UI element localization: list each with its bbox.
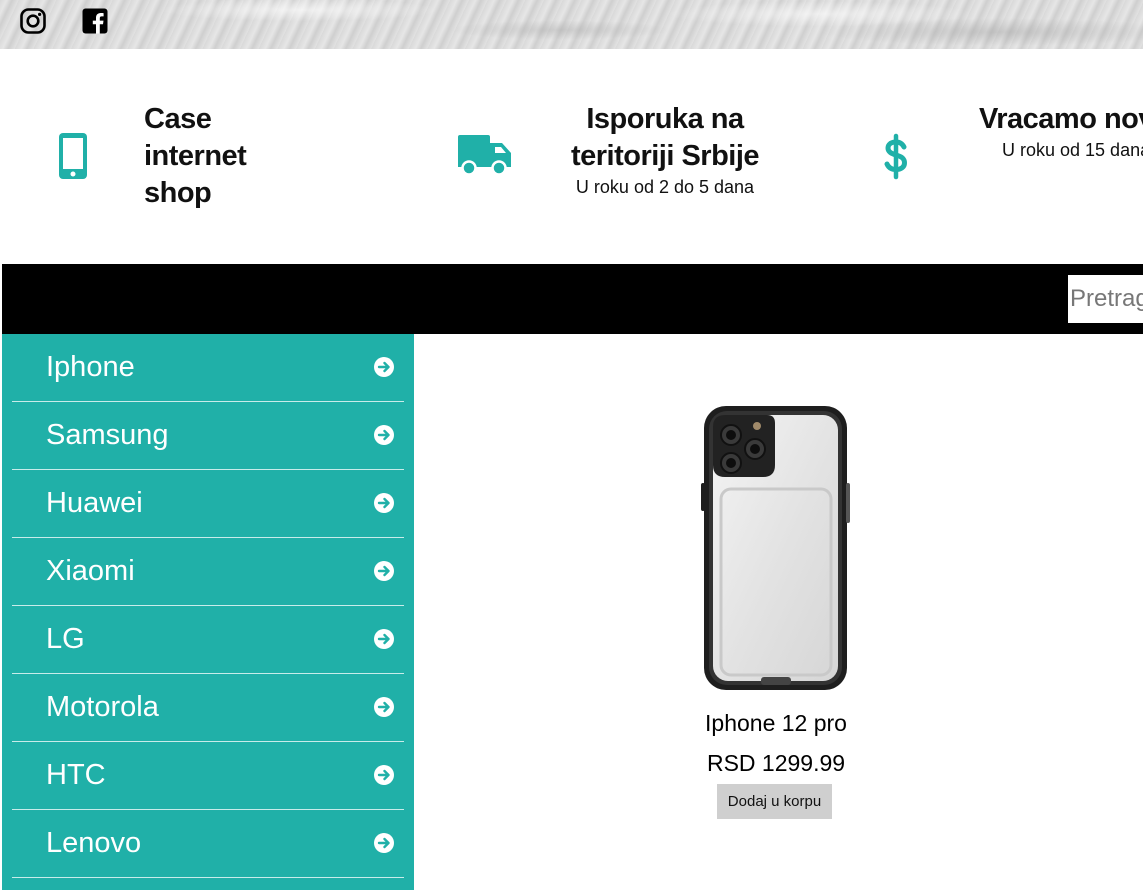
sidebar-item-label: Lenovo: [46, 827, 142, 859]
sidebar-item-samsung[interactable]: Samsung: [12, 402, 404, 470]
arrow-right-circle-icon: [374, 765, 394, 785]
feature-title-line: Case: [144, 103, 212, 135]
sidebar-item-label: HTC: [46, 759, 106, 791]
feature-title-line: internet: [144, 140, 247, 172]
feature-title-line: shop: [144, 177, 212, 209]
sidebar-item-label: Iphone: [46, 351, 135, 383]
sidebar-item-htc[interactable]: HTC: [12, 742, 404, 810]
product-name[interactable]: Iphone 12 pro: [576, 708, 976, 738]
sidebar-item-label: LG: [46, 623, 85, 655]
feature-phone: [58, 132, 88, 180]
phone-icon: [59, 133, 87, 179]
arrow-right-circle-icon: [374, 357, 394, 377]
sidebar-item-label: Samsung: [46, 419, 169, 451]
arrow-right-circle-icon: [374, 697, 394, 717]
features-header: Case internet shop Isporuka na teritorij…: [2, 49, 1143, 264]
arrow-right-circle-icon: [374, 493, 394, 513]
feature-subtitle-refund: U roku od 15 dana: [1002, 140, 1143, 160]
add-to-cart-button[interactable]: Dodaj u korpu: [717, 784, 832, 819]
feature-subtitle-delivery: U roku od 2 do 5 dana: [575, 177, 755, 197]
feature-title-refund: Vracamo nov: [979, 101, 1143, 138]
feature-title-line: Vracamo nov: [979, 103, 1143, 135]
sidebar-item-label: Huawei: [46, 487, 143, 519]
feature-money-back: [882, 133, 910, 181]
facebook-icon: [82, 8, 108, 34]
dollar-icon: [884, 133, 908, 180]
sidebar-item-xiaomi[interactable]: Xiaomi: [12, 538, 404, 606]
social-bar: [0, 0, 1143, 49]
arrow-right-circle-icon: [374, 833, 394, 853]
sidebar-item-label: Xiaomi: [46, 555, 135, 587]
feature-delivery: [457, 133, 513, 177]
category-sidebar: Iphone Samsung Huawei Xiaomi LG Motorola…: [2, 334, 414, 890]
feature-title-shop: Case internet shop: [144, 101, 344, 212]
sidebar-item-huawei[interactable]: Huawei: [12, 470, 404, 538]
sidebar-item-iphone[interactable]: Iphone: [12, 334, 404, 402]
sidebar-item-label: Motorola: [46, 691, 159, 723]
nav-bar: [2, 264, 1143, 334]
product-price: RSD 1299.99: [706, 750, 846, 776]
product-image[interactable]: [701, 405, 851, 693]
feature-title-delivery: Isporuka na teritoriji Srbije: [522, 101, 808, 175]
feature-title-line: teritoriji Srbije: [570, 140, 760, 172]
instagram-link[interactable]: [19, 7, 47, 35]
facebook-link[interactable]: [81, 7, 109, 35]
feature-title-line: Isporuka na: [586, 103, 744, 135]
arrow-right-circle-icon: [374, 425, 394, 445]
sidebar-item-lenovo[interactable]: Lenovo: [12, 810, 404, 878]
instagram-icon: [20, 8, 46, 34]
arrow-right-circle-icon: [374, 629, 394, 649]
sidebar-item-motorola[interactable]: Motorola: [12, 674, 404, 742]
arrow-right-circle-icon: [374, 561, 394, 581]
sidebar-item-lg[interactable]: LG: [12, 606, 404, 674]
search-input[interactable]: [1068, 275, 1143, 323]
page: Case internet shop Isporuka na teritorij…: [2, 49, 1143, 890]
truck-icon: [458, 135, 511, 176]
